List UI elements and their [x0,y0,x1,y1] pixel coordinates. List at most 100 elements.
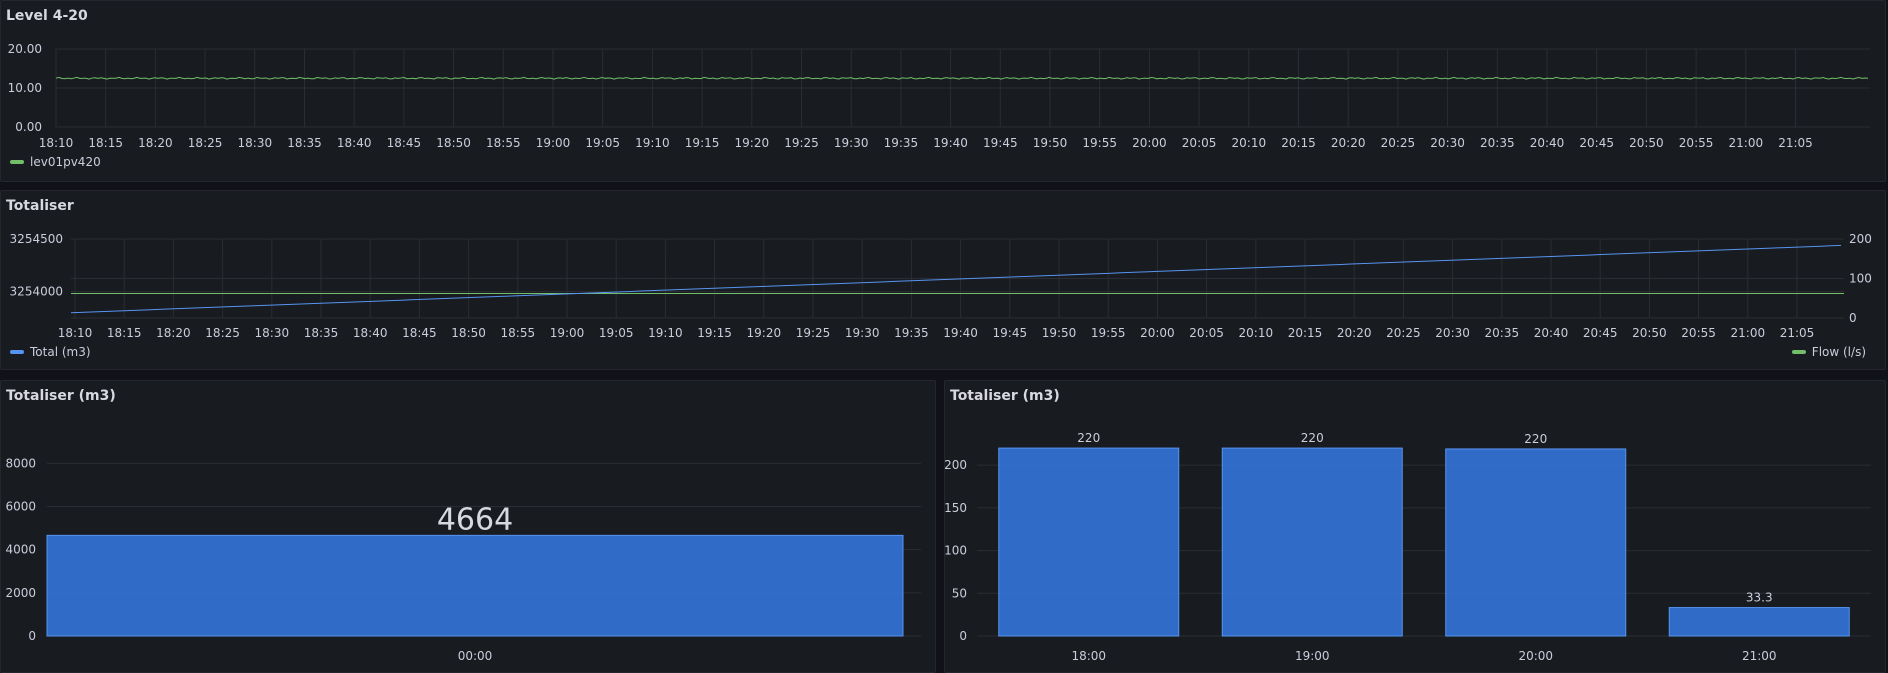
x-tick-label: 18:15 [88,136,123,150]
y-tick-label: 50 [952,586,967,600]
total-bar-chart: 8000 6000 4000 2000 0 4664 00:00 [5,456,921,663]
legend-label: Flow (l/s) [1811,345,1866,359]
y-tick-label: 6000 [5,500,36,514]
total-bar-panel: Totaliser (m3) 8000 6000 4000 2000 0 4664 00:0… [0,380,936,673]
x-tick-label: 18:35 [287,136,322,150]
x-tick-label: 20:20 [1337,326,1372,340]
bar-value-label: 220 [1301,431,1324,445]
x-tick-label: 18:55 [501,326,536,340]
x-tick-label: 18:20 [156,326,191,340]
y-tick-label-left: 3254000 [10,285,63,299]
x-tick-label: 19:50 [1042,326,1077,340]
x-tick-label: 18:50 [436,136,471,150]
x-tick-label: 19:20 [735,136,770,150]
x-tick-label: 20:35 [1485,326,1520,340]
bar [1445,448,1627,637]
x-tick-label: 21:00 [1742,649,1777,663]
x-tick-label: 20:40 [1534,326,1569,340]
x-tick-label: 20:05 [1189,326,1224,340]
x-tick-label: 18:50 [451,326,486,340]
x-tick-label: 19:55 [1091,326,1126,340]
y-tick-label: 0 [959,629,967,643]
y-tick-label-right: 0 [1849,311,1857,325]
y-tick-label: 150 [945,501,967,515]
bar [1221,447,1403,637]
bar [998,447,1180,637]
hourly-bar-panel: Totaliser (m3) 200 150 100 50 0 220 18:00 220 19… [944,380,1886,673]
x-tick-label: 19:35 [884,136,919,150]
x-tick-label: 00:00 [458,649,493,663]
x-tick-label: 19:35 [894,326,929,340]
series-line-total [70,244,1842,314]
legend-label: lev01pv420 [30,155,101,169]
x-tick-label: 20:25 [1381,136,1416,150]
bar [46,534,904,637]
x-tick-label: 20:25 [1386,326,1421,340]
x-tick-label: 20:00 [1132,136,1167,150]
x-tick-label: 19:30 [834,136,869,150]
x-tick-label: 20:35 [1480,136,1515,150]
x-tick-label: 20:10 [1232,136,1267,150]
y-tick-label: 0.00 [15,120,42,134]
x-tick-label: 18:45 [387,136,422,150]
x-tick-label: 19:45 [993,326,1028,340]
x-tick-label: 19:10 [648,326,683,340]
y-tick-label-right: 200 [1849,232,1872,246]
x-tick-label: 19:25 [796,326,831,340]
x-tick-label: 18:10 [58,326,93,340]
x-tick-label: 20:30 [1435,326,1470,340]
x-tick-label: 19:40 [943,326,978,340]
y-tick-label: 200 [945,458,967,472]
legend-label: Total (m3) [30,345,91,359]
x-tick-label: 18:25 [188,136,223,150]
x-tick-label: 19:55 [1082,136,1117,150]
x-tick-label: 19:40 [933,136,968,150]
x-tick-label: 21:05 [1778,136,1813,150]
bar-value-label: 4664 [437,502,513,537]
x-tick-label: 20:10 [1239,326,1274,340]
x-tick-label: 19:00 [536,136,571,150]
x-tick-label: 21:05 [1780,326,1815,340]
x-tick-label: 20:40 [1530,136,1565,150]
x-tick-label: 19:05 [585,136,620,150]
legend-swatch [1791,350,1806,354]
x-tick-label: 20:55 [1681,326,1716,340]
x-tick-label: 19:15 [697,326,732,340]
x-tick-label: 19:50 [1033,136,1068,150]
x-tick-label: 19:05 [599,326,634,340]
y-tick-label: 2000 [5,586,36,600]
legend-item-total[interactable]: Total (m3) [10,345,91,359]
y-tick-label-left: 3254500 [10,232,63,246]
x-tick-label: 20:50 [1632,326,1667,340]
x-tick-label: 18:35 [304,326,339,340]
x-tick-label: 18:40 [337,136,372,150]
x-tick-label: 20:45 [1579,136,1614,150]
x-tick-label: 18:10 [39,136,74,150]
y-tick-label-right: 100 [1849,272,1872,286]
x-tick-label: 20:20 [1331,136,1366,150]
y-tick-label: 20.00 [8,42,42,56]
x-tick-label: 18:30 [255,326,290,340]
legend-swatch [10,160,24,164]
x-tick-label: 19:15 [685,136,720,150]
x-tick-label: 20:00 [1518,649,1553,663]
x-tick-label: 20:30 [1430,136,1465,150]
legend-item-flow[interactable]: Flow (l/s) [1791,345,1866,359]
x-tick-label: 18:25 [205,326,240,340]
x-tick-label: 19:30 [845,326,880,340]
x-tick-label: 19:20 [747,326,782,340]
x-tick-label: 18:45 [402,326,437,340]
x-tick-label: 20:05 [1182,136,1217,150]
x-tick-label: 18:20 [138,136,173,150]
x-tick-label: 20:15 [1288,326,1323,340]
x-tick-label: 21:00 [1729,136,1764,150]
bar-value-label: 33.3 [1746,591,1773,605]
y-tick-label: 100 [945,544,967,558]
legend-item[interactable]: lev01pv420 [10,155,101,169]
totaliser-panel: Totaliser 3254500 3254000 200 100 0 18:10 18:1… [0,190,1886,370]
level-chart: 20.00 10.00 0.00 18:10 18:15 18:20 18:25 18:30 1… [8,42,1870,150]
x-tick-label: 18:55 [486,136,521,150]
bar [1668,607,1850,637]
y-tick-label: 8000 [5,456,36,470]
x-tick-label: 19:25 [784,136,819,150]
